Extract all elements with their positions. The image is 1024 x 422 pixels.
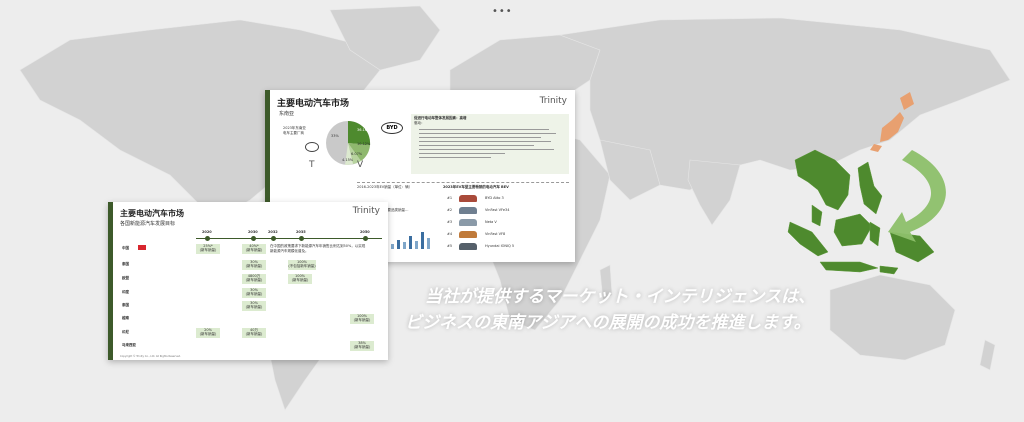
car-image	[459, 207, 477, 214]
model-name: VinFast VF8	[485, 232, 506, 236]
timeline-line	[196, 238, 382, 239]
more-dots-icon: •••	[492, 6, 513, 17]
model-rank: #2	[447, 208, 453, 212]
country-label: 越南	[122, 316, 129, 320]
target-vietnam-2050: 100% (新车销量)	[350, 314, 374, 324]
vinfast-logo-icon: V	[357, 160, 364, 170]
car-image	[459, 243, 477, 250]
trinity-logo: Trinity	[352, 206, 380, 216]
tesla-logo-icon: T	[309, 160, 315, 170]
byd-logo: BYD	[381, 122, 403, 134]
pie-label-5: 33%	[331, 134, 339, 138]
car-image	[459, 219, 477, 226]
australia-landmass	[829, 274, 956, 361]
top-models-title: 2023年EV车型主要畅销的电动汽车 BEV	[443, 185, 509, 189]
ev-sales-chart-title: 2016-2023年EV销量（单位：辆）	[357, 185, 413, 189]
timeline-year: 2035	[296, 230, 306, 234]
notes-panel: 促进行电动车整体发展因素：高增 驱动：	[411, 114, 569, 174]
timeline-dot	[205, 236, 210, 241]
pie-label-3: 6.07%	[351, 152, 363, 156]
car-image	[459, 195, 477, 202]
model-row: #2 VinFast VFe34	[447, 205, 567, 217]
slide-accent-bar	[108, 202, 113, 360]
model-name: Hyundai IONIQ 5	[485, 244, 515, 248]
target-china-2020: 25%* (新车销量)	[196, 244, 220, 254]
country-label: 马来西亚	[122, 343, 136, 347]
timeline-year: 2050	[360, 230, 370, 234]
car-image	[459, 231, 477, 238]
timeline-year: 2030	[248, 230, 258, 234]
pie-label-2: 10.12%	[357, 142, 371, 146]
model-name: VinFast VFe34	[485, 208, 510, 212]
timeline-dot	[251, 236, 256, 241]
model-rank: #4	[447, 232, 453, 236]
model-row: #3 Neta V	[447, 217, 567, 229]
target-thailand-2035: 100% (不包括新车销量)	[288, 260, 316, 270]
model-name: Neta V	[485, 220, 497, 224]
timeline-year: 2020	[202, 230, 212, 234]
southeast-asia-highlight	[787, 149, 935, 275]
copyright-text: Copyright © Trinity Co., Ltd. All Rights…	[120, 355, 181, 358]
timeline-dot	[299, 236, 304, 241]
slide-subtitle: 各国新能源汽车发展目标	[120, 221, 176, 227]
model-row: #5 Hyundai IONIQ 5	[447, 241, 567, 253]
caption-line-1: 当社が提供するマーケット・インテリジェンスは、	[425, 287, 815, 307]
country-label: 泰国	[122, 262, 129, 266]
target-china-2030: 40%* (新车销量)	[242, 244, 266, 254]
model-rank: #5	[447, 244, 453, 248]
caption: 当社が提供するマーケット・インテリジェンスは、 ビジネスの東南アジアへの展開の成…	[405, 284, 825, 336]
ev-sales-bar-chart	[391, 232, 430, 249]
timeline-dot	[363, 236, 368, 241]
model-row: #1 BYD Atto 3	[447, 193, 567, 205]
caption-line-2: ビジネスの東南アジアへの展開の成功を推進します。	[405, 313, 811, 333]
pie-heading-line2: 电车主要厂商	[283, 131, 304, 135]
pie-label-1: 36.16%	[357, 128, 371, 132]
section-divider	[357, 182, 569, 183]
country-label: 印度	[122, 290, 129, 294]
new-zealand-landmass	[979, 339, 996, 371]
timeline-dot	[271, 236, 276, 241]
slide-subtitle: 东南亚	[279, 111, 295, 117]
slide-ev-targets: 主要电动汽车市场 各国新能源汽车发展目标 Trinity 2020 2030 2…	[108, 202, 388, 360]
target-india-2030: 30% (新车销量)	[242, 288, 266, 298]
model-name: BYD Atto 3	[485, 196, 504, 200]
slide-title: 主要电动汽车市场	[120, 208, 184, 218]
china-flag-icon	[138, 245, 146, 250]
target-eu-2030: 4800万 (新车销量)	[242, 274, 266, 284]
trinity-logo: Trinity	[539, 96, 567, 106]
india-landmass	[687, 159, 741, 226]
target-indonesia-2020: 20% (新车销量)	[196, 328, 220, 338]
country-label: 欧盟	[122, 276, 129, 280]
china-note: 在中国的政策要求下新能源汽车年销售比例达到50%，以实现新能源汽车规模化普及。	[270, 244, 366, 253]
target-eu-2035: 100% (新车销量)	[288, 274, 312, 284]
curved-arrow-icon	[888, 150, 946, 242]
target-thailand-2030: 30% (新车销量)	[242, 260, 266, 270]
hyundai-logo-icon	[305, 142, 319, 152]
country-label: 中国	[122, 246, 129, 250]
target-thailand2-2030: 30% (新车销量)	[242, 301, 266, 311]
pie-label-4: 4.15%	[342, 158, 354, 162]
timeline-year: 2032	[268, 230, 278, 234]
target-indonesia-2030: 40万 (新车销量)	[242, 328, 266, 338]
target-malaysia-2050: 38% (新车销量)	[350, 341, 374, 351]
slide-title: 主要电动汽车市场	[277, 99, 350, 109]
notes-text-lines	[419, 126, 563, 161]
country-label: 印尼	[122, 330, 129, 334]
model-list: #1 BYD Atto 3 #2 VinFast VFe34 #3 Neta V…	[447, 193, 567, 253]
model-rank: #1	[447, 196, 453, 200]
model-row: #4 VinFast VF8	[447, 229, 567, 241]
model-rank: #3	[447, 220, 453, 224]
country-label: 泰国	[122, 303, 129, 307]
